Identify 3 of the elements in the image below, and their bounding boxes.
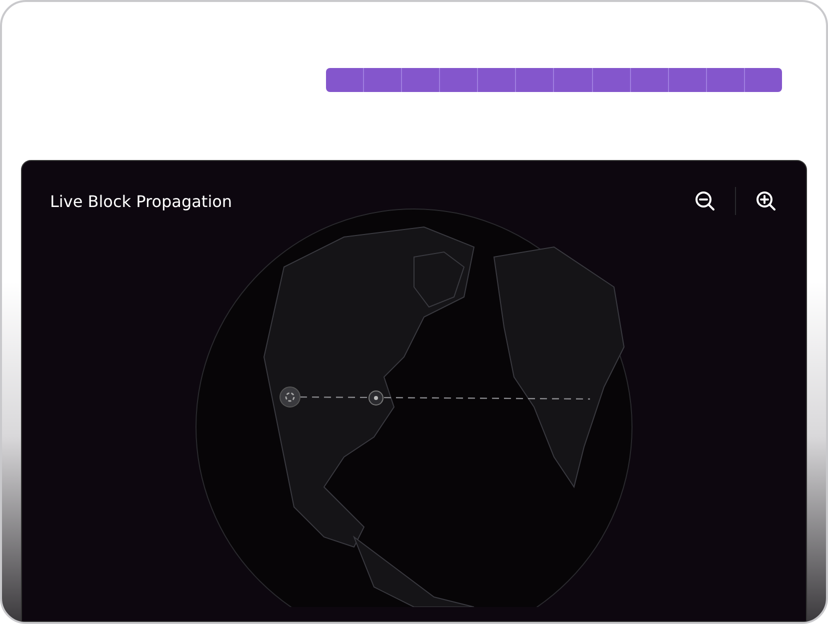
zoom-in-icon[interactable] (754, 189, 778, 213)
zoom-out-icon[interactable] (693, 189, 717, 213)
panel-title: Live Block Propagation (50, 192, 232, 210)
